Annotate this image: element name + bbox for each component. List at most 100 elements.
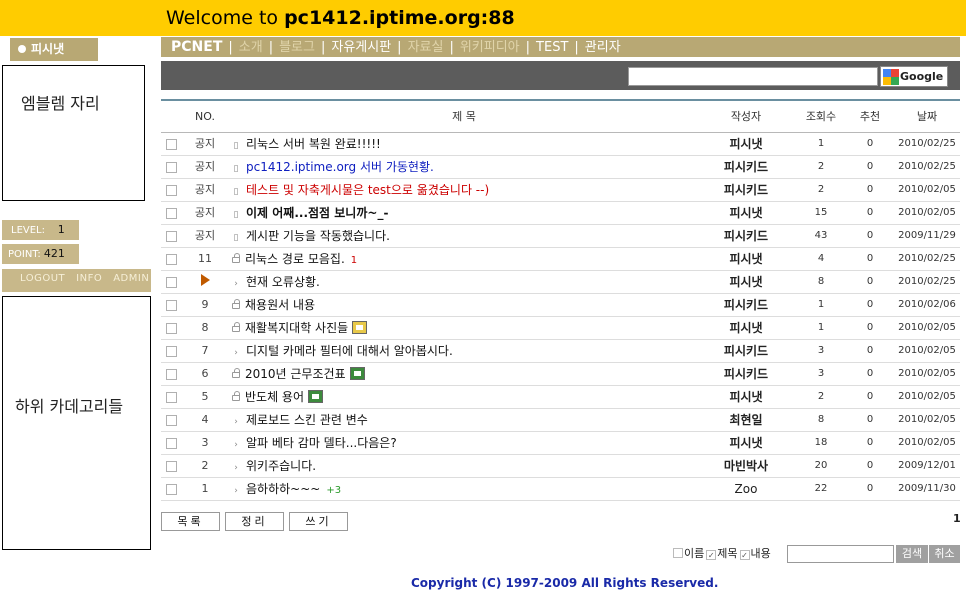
- row-checkbox[interactable]: [166, 346, 177, 357]
- row-author[interactable]: 마빈박사: [705, 455, 787, 477]
- row-checkbox[interactable]: [166, 185, 177, 196]
- row-title-link[interactable]: 이제 어째...점점 보니까~_-: [246, 206, 388, 220]
- row-author[interactable]: 피시냇: [705, 271, 787, 293]
- row-title-link[interactable]: pc1412.iptime.org 서버 가동현황.: [246, 160, 434, 174]
- row-title-link[interactable]: 게시판 기능을 작동했습니다.: [246, 229, 390, 243]
- page-number[interactable]: 1: [953, 512, 961, 525]
- row-title-link[interactable]: 재활복지대학 사진들: [245, 321, 348, 335]
- nav-item[interactable]: 소개: [239, 40, 263, 55]
- google-search-input[interactable]: [628, 67, 878, 86]
- cancel-button[interactable]: 취소: [929, 545, 960, 563]
- table-row[interactable]: › 현재 오류상황. 피시냇 8 0 2010/02/25: [161, 271, 960, 294]
- nav-item[interactable]: 자료실: [408, 40, 444, 55]
- row-checkbox[interactable]: [166, 254, 177, 265]
- row-author[interactable]: 피시냇: [705, 248, 787, 270]
- write-button[interactable]: 쓰기: [289, 512, 348, 531]
- row-checkbox[interactable]: [166, 323, 177, 334]
- nav-item[interactable]: 위키피디아: [460, 40, 520, 55]
- filter-checkbox[interactable]: [739, 550, 750, 560]
- logout-link[interactable]: LOGOUT: [20, 273, 65, 284]
- table-row[interactable]: 4 › 제로보드 스킨 관련 변수 최현일 8 0 2010/02/05: [161, 409, 960, 432]
- filter-label[interactable]: 이름: [684, 547, 704, 560]
- row-author[interactable]: 피시냇: [705, 133, 787, 155]
- row-title-link[interactable]: 반도체 용어: [245, 390, 304, 404]
- row-author[interactable]: 피시냇: [705, 202, 787, 224]
- sort-button[interactable]: 정리: [225, 512, 284, 531]
- column-author[interactable]: 작성자: [705, 101, 787, 133]
- search-button[interactable]: 검색: [896, 545, 928, 563]
- nav-item[interactable]: 자유게시판: [331, 40, 391, 55]
- filter-label[interactable]: 제목: [717, 547, 737, 560]
- nav-item[interactable]: PCNET: [171, 39, 222, 55]
- row-author[interactable]: 피시키드: [705, 156, 787, 178]
- table-row[interactable]: 공지 ▯ 리눅스 서버 복원 완료!!!!! 피시냇 1 0 2010/02/25: [161, 133, 960, 156]
- row-author[interactable]: 피시키드: [705, 340, 787, 362]
- row-checkbox[interactable]: [166, 369, 177, 380]
- row-author[interactable]: 피시키드: [705, 363, 787, 385]
- column-date[interactable]: 날짜: [895, 101, 959, 133]
- nav-item[interactable]: 관리자: [585, 40, 621, 55]
- row-author[interactable]: 피시냇: [705, 317, 787, 339]
- table-row[interactable]: 공지 ▯ 이제 어째...점점 보니까~_- 피시냇 15 0 2010/02/05: [161, 202, 960, 225]
- row-title-link[interactable]: 알파 베타 감마 델타...다음은?: [246, 436, 397, 450]
- table-row[interactable]: 8 재활복지대학 사진들 피시냇 1 0 2010/02/05: [161, 317, 960, 340]
- row-checkbox[interactable]: [166, 484, 177, 495]
- row-checkbox[interactable]: [166, 392, 177, 403]
- table-row[interactable]: 1 › 음하하하~~~ +3 Zoo 22 0 2009/11/30: [161, 478, 960, 501]
- row-author[interactable]: 최현일: [705, 409, 787, 431]
- row-author[interactable]: Zoo: [705, 478, 787, 500]
- table-row[interactable]: 7 › 디지털 카메라 필터에 대해서 알아봅시다. 피시키드 3 0 2010/02/05: [161, 340, 960, 363]
- user-badge[interactable]: 피시냇: [10, 38, 98, 61]
- table-row[interactable]: 11 리눅스 경로 모음집. 1 피시냇 4 0 2010/02/25: [161, 248, 960, 271]
- excel-file-icon[interactable]: [349, 367, 365, 380]
- list-button[interactable]: 목록: [161, 512, 220, 531]
- row-title-link[interactable]: 리눅스 경로 모음집.: [245, 252, 345, 266]
- row-title-link[interactable]: 채용원서 내용: [245, 298, 315, 312]
- filter-label[interactable]: 내용: [751, 547, 771, 560]
- row-author[interactable]: 피시키드: [705, 179, 787, 201]
- column-title[interactable]: 제 목: [229, 101, 699, 133]
- nav-item[interactable]: TEST: [536, 40, 568, 55]
- row-title-link[interactable]: 리눅스 서버 복원 완료!!!!!: [246, 137, 381, 151]
- row-checkbox[interactable]: [166, 438, 177, 449]
- column-no[interactable]: NO.: [183, 101, 227, 133]
- row-title-link[interactable]: 제로보드 스킨 관련 변수: [246, 413, 368, 427]
- ppt-file-icon[interactable]: [352, 321, 368, 334]
- nav-item[interactable]: 블로그: [279, 40, 315, 55]
- table-row[interactable]: 3 › 알파 베타 감마 델타...다음은? 피시냇 18 0 2010/02/05: [161, 432, 960, 455]
- table-row[interactable]: 공지 ▯ pc1412.iptime.org 서버 가동현황. 피시키드 2 0 2010/…: [161, 156, 960, 179]
- row-checkbox[interactable]: [166, 139, 177, 150]
- row-checkbox[interactable]: [166, 277, 177, 288]
- table-row[interactable]: 9 채용원서 내용 피시키드 1 0 2010/02/06: [161, 294, 960, 317]
- table-row[interactable]: 공지 ▯ 테스트 및 자축게시물은 test으로 옮겼습니다 --) 피시키드 2 0 20…: [161, 179, 960, 202]
- row-checkbox[interactable]: [166, 461, 177, 472]
- filter-checkbox[interactable]: [673, 548, 683, 558]
- table-row[interactable]: 2 › 위키주습니다. 마빈박사 20 0 2009/12/01: [161, 455, 960, 478]
- row-title-link[interactable]: 현재 오류상황.: [246, 275, 320, 289]
- row-author[interactable]: 피시키드: [705, 294, 787, 316]
- google-search-button[interactable]: Google: [880, 66, 948, 87]
- row-title-link[interactable]: 음하하하~~~: [246, 482, 320, 496]
- row-author[interactable]: 피시냇: [705, 432, 787, 454]
- board-search-input[interactable]: [787, 545, 894, 563]
- row-title-link[interactable]: 2010년 근무조건표: [245, 367, 346, 381]
- row-checkbox[interactable]: [166, 231, 177, 242]
- row-author[interactable]: 피시키드: [705, 225, 787, 247]
- table-row[interactable]: 5 반도체 용어 피시냇 2 0 2010/02/05: [161, 386, 960, 409]
- admin-link[interactable]: ADMIN: [113, 273, 149, 284]
- row-title-link[interactable]: 테스트 및 자축게시물은 test으로 옮겼습니다 --): [246, 183, 489, 197]
- excel-file-icon[interactable]: [308, 390, 324, 403]
- row-author[interactable]: 피시냇: [705, 386, 787, 408]
- table-row[interactable]: 6 2010년 근무조건표 피시키드 3 0 2010/02/05: [161, 363, 960, 386]
- row-checkbox[interactable]: [166, 162, 177, 173]
- row-title-link[interactable]: 디지털 카메라 필터에 대해서 알아봅시다.: [246, 344, 453, 358]
- column-recommend[interactable]: 추천: [845, 101, 895, 133]
- column-hits[interactable]: 조회수: [797, 101, 845, 133]
- info-link[interactable]: INFO: [76, 273, 102, 284]
- row-checkbox[interactable]: [166, 300, 177, 311]
- row-checkbox[interactable]: [166, 415, 177, 426]
- row-checkbox[interactable]: [166, 208, 177, 219]
- row-title-link[interactable]: 위키주습니다.: [246, 459, 316, 473]
- filter-checkbox[interactable]: [706, 550, 717, 560]
- table-row[interactable]: 공지 ▯ 게시판 기능을 작동했습니다. 피시키드 43 0 2009/11/29: [161, 225, 960, 248]
